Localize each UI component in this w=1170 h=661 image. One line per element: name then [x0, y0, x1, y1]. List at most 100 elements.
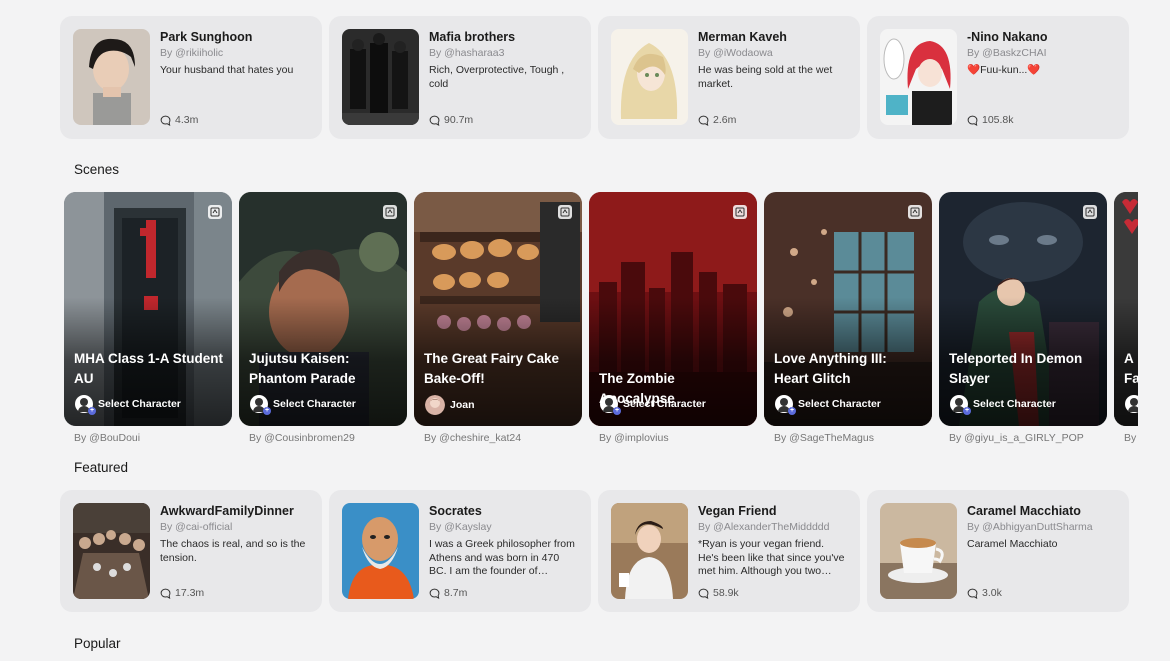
character-description: ❤️Fuu-kun...❤️ [967, 64, 1041, 76]
scene-item[interactable]: Jujutsu Kaisen: Phantom Parade + Select … [239, 192, 407, 446]
chat-count: 105.8k [967, 114, 1116, 126]
character-card[interactable]: -Nino Nakano By @BaskzCHAI ❤️Fuu-kun...❤… [867, 16, 1129, 139]
user-avatar-icon [1125, 395, 1138, 413]
scene-item[interactable]: The Zombie Apocalypse + Select Character… [589, 192, 757, 446]
character-name: Park Sunghoon [160, 30, 253, 44]
character-author: By @AlexanderTheMiddddd [698, 521, 830, 533]
character-description: Caramel Macchiato [967, 538, 1058, 550]
chat-bubble-icon [429, 115, 440, 126]
chat-count: 8.7m [429, 587, 578, 599]
chat-bubble-icon [160, 588, 171, 599]
scene-item[interactable]: Love Anything III: Heart Glitch + Select… [764, 192, 932, 446]
scene-shade [414, 192, 582, 426]
scene-author: By @Cousinbromen29 [249, 432, 355, 444]
character-card[interactable]: Caramel Macchiato By @AbhigyanDuttSharma… [867, 490, 1129, 612]
top-character-row: Park Sunghoon By @rikiiholic Your husban… [60, 16, 1129, 139]
select-character-label: Select Character [98, 398, 181, 410]
character-card[interactable]: AwkwardFamilyDinner By @cai-official The… [60, 490, 322, 612]
user-avatar-icon: + [950, 395, 971, 415]
chat-count-value: 3.0k [982, 587, 1002, 599]
scene-card[interactable]: MHA Class 1-A Student AU + Select Charac… [64, 192, 232, 426]
scene-author: By @SageTheMagus [774, 432, 874, 444]
select-character-button[interactable]: + Select Character [950, 395, 1056, 415]
select-character-button[interactable]: + Select Character [250, 395, 356, 415]
select-character-button[interactable]: + Select Character [600, 395, 706, 415]
character-name: -Nino Nakano [967, 30, 1048, 44]
character-card[interactable]: Mafia brothers By @hasharaa3 Rich, Overp… [329, 16, 591, 139]
scene-author: By @cheshire_kat24 [424, 432, 522, 444]
scene-shade [239, 192, 407, 426]
character-author: By @BaskzCHAI [967, 47, 1047, 59]
chat-bubble-icon [698, 588, 709, 599]
scene-bookmark-icon[interactable] [733, 205, 747, 219]
character-author: By @rikiiholic [160, 47, 224, 59]
scene-card[interactable]: The Zombie Apocalypse + Select Character [589, 192, 757, 426]
scene-item[interactable]: MHA Class 1-A Student AU + Select Charac… [64, 192, 232, 446]
section-title-popular: Popular [74, 636, 121, 651]
scenes-carousel[interactable]: MHA Class 1-A Student AU + Select Charac… [64, 192, 1138, 446]
scene-shade [64, 192, 232, 426]
scene-bookmark-icon[interactable] [558, 205, 572, 219]
scene-character-chip[interactable]: Joan [425, 395, 475, 415]
scene-author: By @implovius [599, 432, 669, 444]
scene-card[interactable]: A Fa [1114, 192, 1138, 426]
character-author: By @Kayslay [429, 521, 492, 533]
scene-bookmark-icon[interactable] [383, 205, 397, 219]
select-character-button[interactable]: + Select Character [75, 395, 181, 415]
chat-bubble-icon [967, 115, 978, 126]
user-avatar-icon: + [600, 395, 621, 415]
character-card[interactable]: Merman Kaveh By @iWodaowa He was being s… [598, 16, 860, 139]
character-card[interactable]: Socrates By @Kayslay I was a Greek philo… [329, 490, 591, 612]
character-description: He was being sold at the wet market. [698, 64, 833, 90]
scene-title: Jujutsu Kaisen: Phantom Parade [249, 351, 356, 386]
scene-shade [764, 192, 932, 426]
character-description: I was a Greek philosopher from Athens an… [429, 538, 575, 577]
chat-count-value: 4.3m [175, 114, 199, 126]
chat-bubble-icon [429, 588, 440, 599]
scene-item[interactable]: Teleported In Demon Slayer + Select Char… [939, 192, 1107, 446]
chat-count-value: 2.6m [713, 114, 737, 126]
character-author: By @iWodaowa [698, 47, 773, 59]
bearded-philosopher-icon [342, 503, 419, 599]
select-character-label: Select Character [273, 398, 356, 410]
section-title-featured: Featured [74, 460, 129, 475]
page: Park Sunghoon By @rikiiholic Your husban… [0, 0, 1170, 661]
character-card[interactable]: Vegan Friend By @AlexanderTheMiddddd *Ry… [598, 490, 860, 612]
scene-title: The Great Fairy Cake Bake-Off! [424, 351, 560, 386]
scene-card[interactable]: Jujutsu Kaisen: Phantom Parade + Select … [239, 192, 407, 426]
scene-title: MHA Class 1-A Student AU [74, 351, 224, 386]
character-author: By @hasharaa3 [429, 47, 505, 59]
scene-title: Love Anything III: Heart Glitch [774, 351, 887, 386]
chat-count: 4.3m [160, 114, 309, 126]
select-character-button[interactable] [1125, 395, 1138, 413]
character-author: By @cai-official [160, 521, 233, 533]
scene-item[interactable]: The Great Fairy Cake Bake-Off! Joan By @… [414, 192, 582, 446]
character-description: Rich, Overprotective, Tough , cold [429, 64, 565, 90]
scene-card[interactable]: Teleported In Demon Slayer + Select Char… [939, 192, 1107, 426]
user-avatar-icon: + [775, 395, 796, 415]
character-name: Merman Kaveh [698, 30, 787, 44]
scene-item[interactable]: A Fa By [1114, 192, 1138, 446]
scene-title: A Fa [1124, 351, 1138, 386]
select-character-label: Select Character [623, 398, 706, 410]
character-description: The chaos is real, and so is the tension… [160, 538, 306, 564]
scene-character-name: Joan [450, 399, 475, 411]
character-card[interactable]: Park Sunghoon By @rikiiholic Your husban… [60, 16, 322, 139]
scene-bookmark-icon[interactable] [908, 205, 922, 219]
character-name: Vegan Friend [698, 504, 777, 518]
character-name: Caramel Macchiato [967, 504, 1081, 518]
scene-bookmark-icon[interactable] [1083, 205, 1097, 219]
blond-anime-icon [611, 29, 688, 125]
character-avatar-icon [425, 395, 445, 415]
scene-shade [1114, 192, 1138, 426]
scene-bookmark-icon[interactable] [208, 205, 222, 219]
select-character-label: Select Character [798, 398, 881, 410]
coffee-cup-icon [880, 503, 957, 599]
scene-title: Teleported In Demon Slayer [949, 351, 1083, 386]
scene-card[interactable]: Love Anything III: Heart Glitch + Select… [764, 192, 932, 426]
section-title-scenes: Scenes [74, 162, 120, 177]
chat-bubble-icon [160, 115, 171, 126]
select-character-button[interactable]: + Select Character [775, 395, 881, 415]
red-hair-anime-icon [880, 29, 957, 125]
scene-card[interactable]: The Great Fairy Cake Bake-Off! Joan [414, 192, 582, 426]
